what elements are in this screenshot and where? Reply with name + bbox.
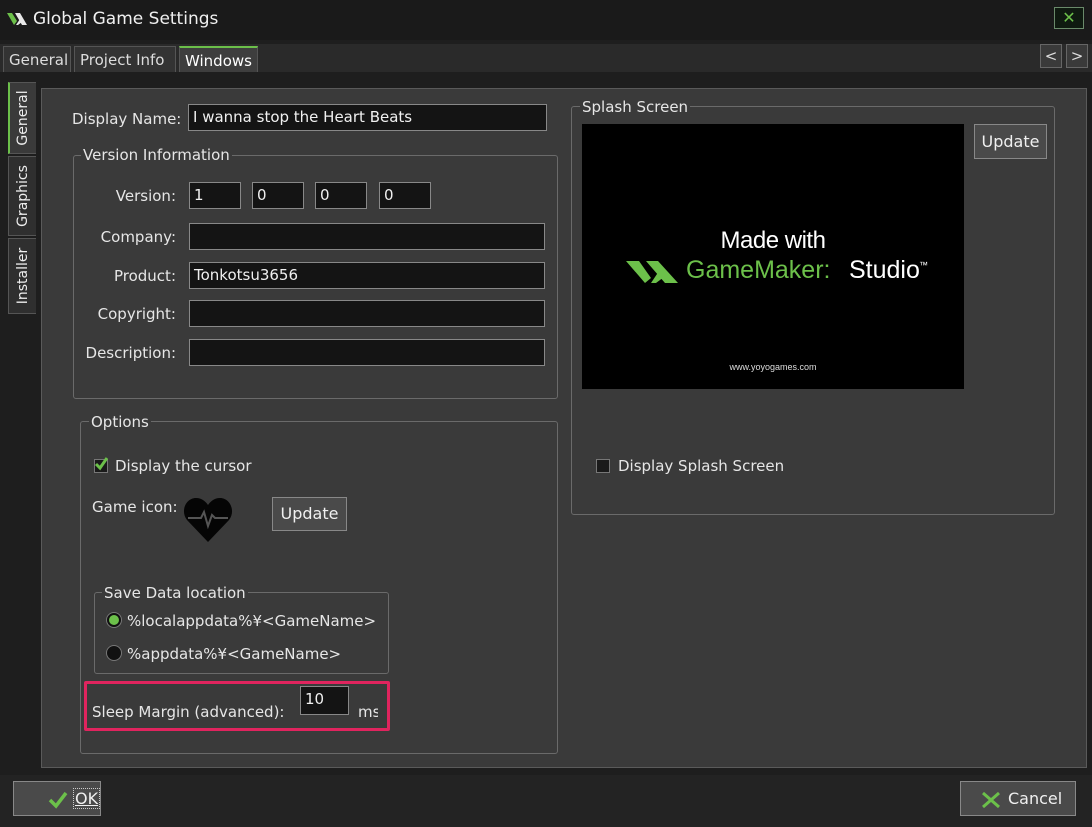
version-build-input[interactable]: 0 [379, 182, 431, 209]
side-tab-installer-label: Installer [14, 247, 31, 305]
game-icon-label: Game icon: [92, 498, 178, 516]
cancel-label: Cancel [1008, 789, 1063, 808]
side-tab-installer[interactable]: Installer [8, 238, 36, 314]
display-splash-label: Display Splash Screen [618, 457, 785, 475]
close-button[interactable]: ✕ [1054, 7, 1084, 29]
version-info-legend: Version Information [81, 146, 232, 164]
display-splash-checkbox[interactable] [596, 459, 610, 473]
product-input[interactable]: Tonkotsu3656 [189, 262, 545, 289]
tab-prev-button[interactable]: < [1040, 44, 1062, 68]
description-input[interactable] [189, 339, 545, 366]
side-tab-general-label: General [15, 90, 31, 146]
game-icon-update-button[interactable]: Update [272, 497, 347, 531]
copyright-input[interactable] [189, 300, 545, 327]
checkmark-icon [94, 457, 108, 471]
description-label: Description: [85, 344, 176, 362]
ok-button[interactable]: OK [13, 781, 101, 816]
version-label: Version: [115, 187, 176, 205]
splash-brand-studio: Studio [849, 256, 920, 284]
save-appdata-radio[interactable] [106, 645, 122, 661]
product-label: Product: [113, 267, 176, 285]
splash-trademark: ™ [919, 260, 928, 270]
save-localappdata-radio[interactable] [106, 612, 122, 628]
splash-brand: GameMaker: [686, 256, 831, 284]
display-cursor-checkbox[interactable] [94, 457, 108, 473]
splash-gamemaker-logo-icon [626, 258, 680, 284]
splash-screen-legend: Splash Screen [580, 98, 691, 116]
heart-beat-icon [183, 496, 233, 544]
cancel-icon [982, 791, 1000, 809]
options-legend: Options [89, 413, 151, 431]
close-icon: ✕ [1062, 8, 1076, 27]
tab-general[interactable]: General [3, 46, 71, 72]
copyright-label: Copyright: [97, 305, 176, 323]
splash-url: www.yoyogames.com [729, 362, 817, 372]
checkmark-icon [48, 791, 68, 809]
window-title: Global Game Settings [33, 9, 219, 29]
display-cursor-label: Display the cursor [115, 457, 252, 475]
splash-image: Made with GameMaker: Studio ™ www.yoyoga… [582, 124, 964, 389]
display-name-input[interactable]: I wanna stop the Heart Beats [188, 104, 547, 131]
save-localappdata-label: %localappdata%¥<GameName> [127, 612, 377, 630]
cancel-button[interactable]: Cancel [960, 781, 1076, 816]
splash-update-button[interactable]: Update [974, 124, 1047, 159]
save-appdata-label: %appdata%¥<GameName> [127, 645, 342, 663]
tab-next-button[interactable]: > [1066, 44, 1088, 68]
ok-label: OK [72, 788, 101, 809]
side-tab-graphics-label: Graphics [14, 165, 31, 227]
highlight-box [84, 681, 390, 731]
display-name-label: Display Name: [72, 110, 182, 128]
company-input[interactable] [189, 223, 545, 250]
side-tab-general[interactable]: General [8, 82, 36, 154]
splash-made-with: Made with [720, 227, 826, 254]
button-bar [0, 775, 1092, 827]
tab-project-info[interactable]: Project Info [74, 46, 176, 72]
save-data-legend: Save Data location [102, 584, 248, 602]
tab-windows[interactable]: Windows [179, 46, 258, 72]
side-tab-graphics[interactable]: Graphics [8, 156, 36, 236]
gamemaker-logo-icon [6, 9, 28, 29]
version-major-input[interactable]: 1 [189, 182, 241, 209]
company-label: Company: [100, 228, 176, 246]
version-minor-input[interactable]: 0 [252, 182, 304, 209]
version-release-input[interactable]: 0 [315, 182, 367, 209]
